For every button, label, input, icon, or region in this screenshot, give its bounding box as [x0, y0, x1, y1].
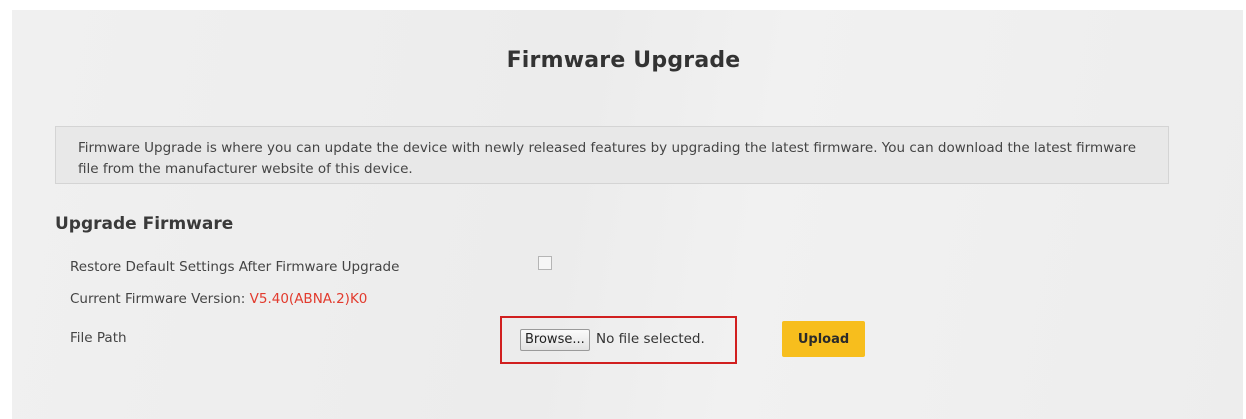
firmware-upgrade-page: Firmware Upgrade Firmware Upgrade is whe…	[12, 10, 1243, 419]
page-title: Firmware Upgrade	[506, 48, 741, 73]
section-title: Upgrade Firmware	[55, 214, 234, 234]
current-firmware-version-row: Current Firmware Version: V5.40(ABNA.2)K…	[70, 291, 367, 307]
current-firmware-version-value: V5.40(ABNA.2)K0	[249, 291, 368, 307]
restore-default-checkbox[interactable]	[538, 256, 552, 270]
file-path-label: File Path	[70, 330, 127, 346]
current-firmware-version-label: Current Firmware Version:	[70, 291, 250, 307]
browse-button[interactable]: Browse...	[520, 329, 590, 351]
upload-button[interactable]: Upload	[782, 321, 865, 357]
info-text: Firmware Upgrade is where you can update…	[78, 140, 1137, 177]
file-input-highlight: Browse... No file selected.	[500, 316, 737, 364]
restore-default-label: Restore Default Settings After Firmware …	[70, 259, 400, 275]
info-box: Firmware Upgrade is where you can update…	[55, 126, 1169, 184]
file-status-text: No file selected.	[596, 331, 705, 347]
